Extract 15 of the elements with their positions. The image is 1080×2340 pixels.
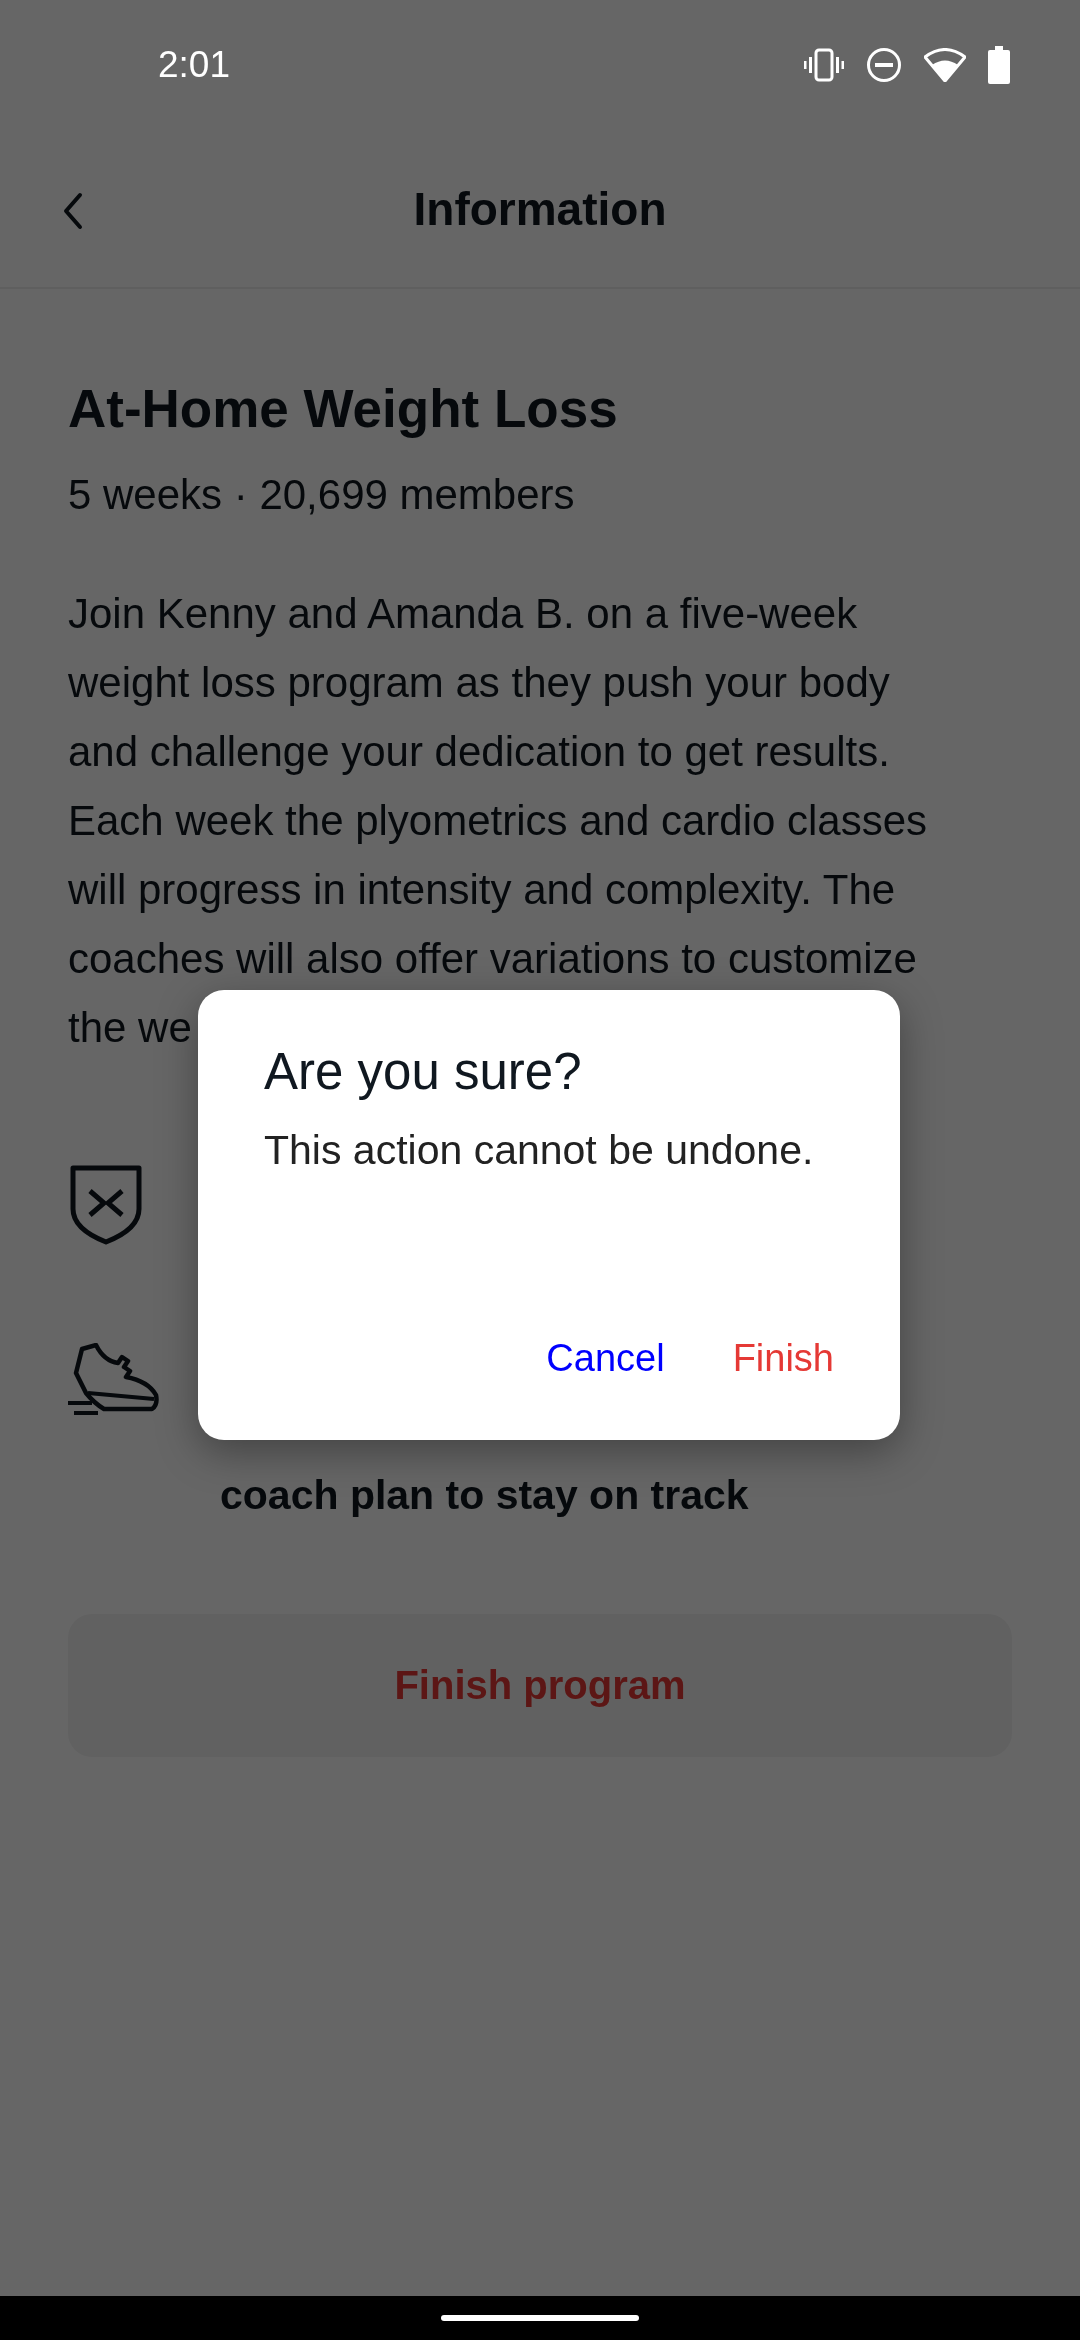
wifi-icon: [924, 48, 966, 82]
dialog-message: This action cannot be undone.: [264, 1127, 815, 1174]
finish-program-button[interactable]: Finish program: [68, 1614, 1012, 1757]
battery-icon: [988, 46, 1010, 84]
shield-icon: [68, 1163, 144, 1245]
program-title: At-Home Weight Loss: [68, 379, 619, 439]
home-handle[interactable]: [441, 2315, 639, 2321]
do-not-disturb-icon: [866, 47, 902, 83]
screen-title: Information: [413, 181, 667, 236]
feature-text: coach plan to stay on track: [220, 1471, 749, 1520]
program-meta: 5 weeks · 20,699 members: [68, 471, 576, 519]
vibrate-icon: [804, 48, 844, 82]
status-time: 2:01: [158, 44, 231, 86]
cancel-button[interactable]: Cancel: [546, 1337, 665, 1380]
finish-button[interactable]: Finish: [732, 1337, 834, 1380]
